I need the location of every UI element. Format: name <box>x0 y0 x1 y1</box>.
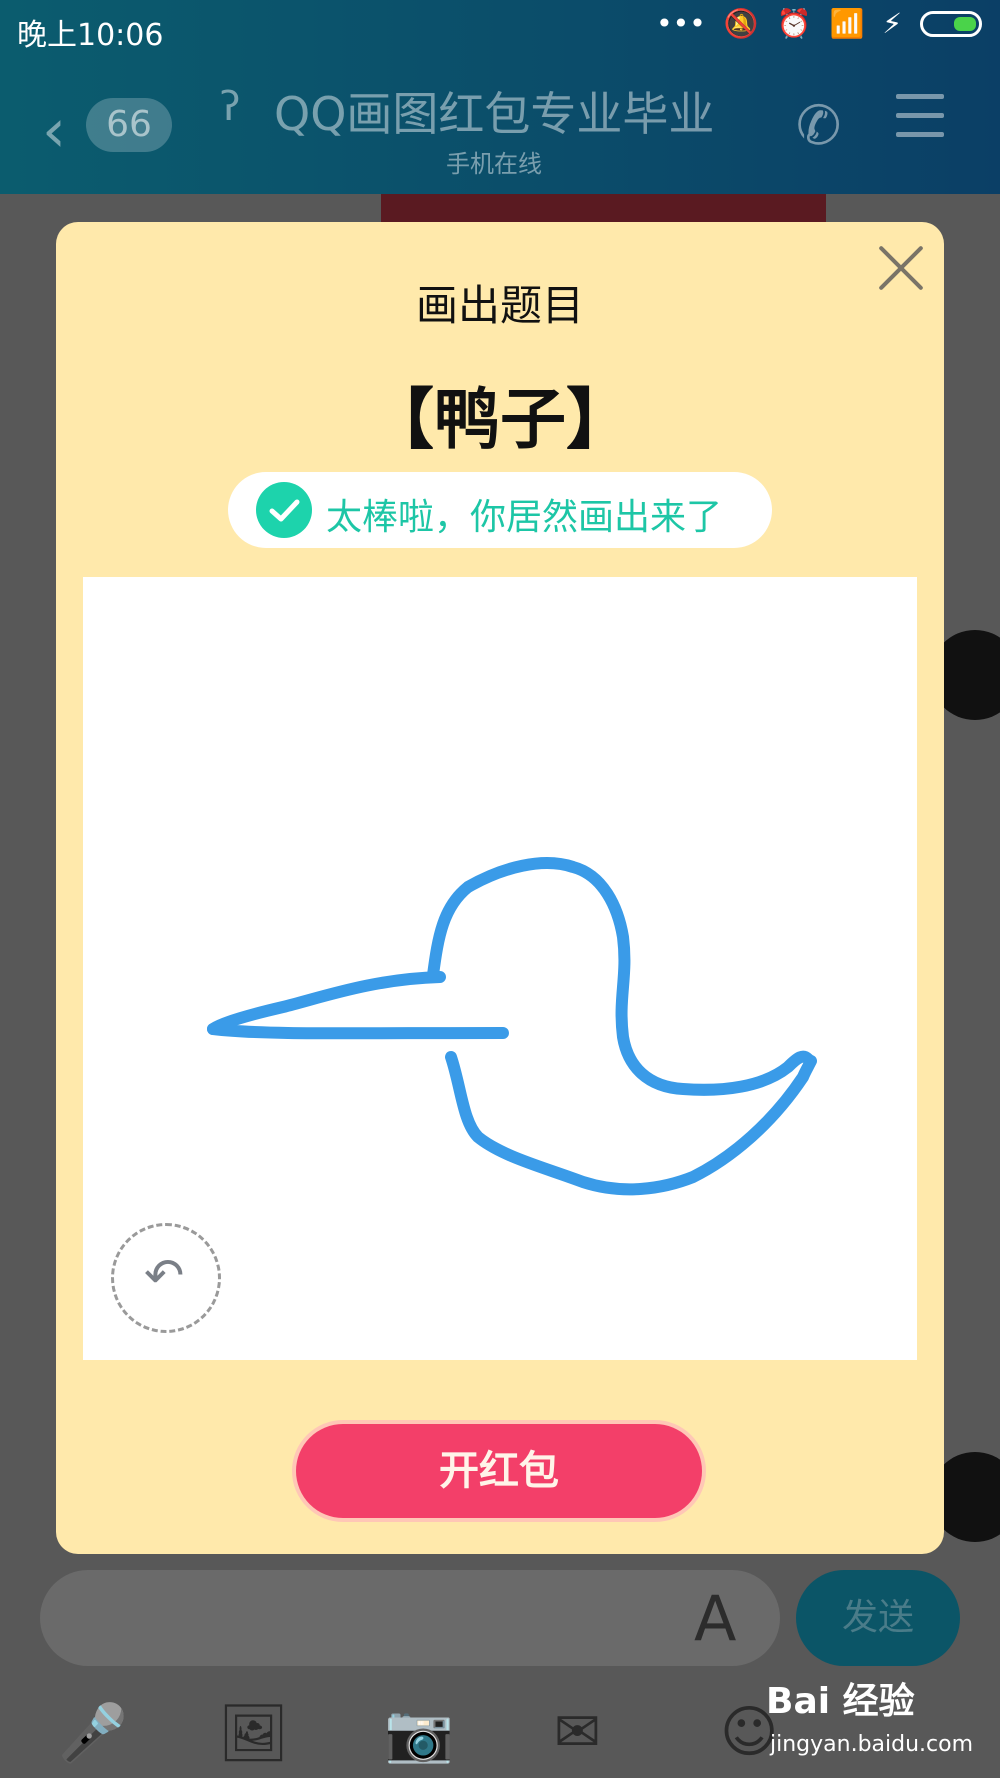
mute-bell-icon: 🔕 <box>723 7 759 40</box>
font-style-icon[interactable]: A <box>694 1582 736 1655</box>
undo-icon: ↶ <box>144 1248 185 1304</box>
message-input[interactable] <box>40 1570 780 1666</box>
back-chevron-icon[interactable]: ‹ <box>42 96 66 166</box>
watermark-url: jingyan.baidu.com <box>770 1732 974 1757</box>
check-icon <box>256 482 312 538</box>
status-icons: ••• 🔕 ⏰ 📶 ⚡ <box>656 10 982 38</box>
alarm-icon: ⏰ <box>776 7 812 40</box>
chat-header: ‹ 66 ʔ QQ画图红包专业毕业 手机在线 ✆ <box>0 58 1000 194</box>
send-button[interactable]: 发送 <box>796 1570 960 1666</box>
camera-icon[interactable]: 📷 <box>384 1700 454 1766</box>
dialog-title: 画出题目 <box>415 281 584 330</box>
battery-icon <box>920 11 982 37</box>
image-icon[interactable]: 🖼 <box>218 1700 289 1766</box>
unread-badge[interactable]: 66 <box>86 98 172 152</box>
red-packet-icon[interactable]: ✉ <box>554 1700 601 1765</box>
status-bar: 晚上10:06 ••• 🔕 ⏰ 📶 ⚡ <box>0 0 1000 58</box>
red-packet-card-edge <box>381 194 826 224</box>
success-text: 太棒啦，你居然画出来了 <box>326 497 723 538</box>
drawing-topic: 【鸭子】 <box>368 381 632 458</box>
success-banner: 太棒啦，你居然画出来了 <box>228 472 772 548</box>
chat-title: QQ画图红包专业毕业 <box>274 87 715 141</box>
open-red-packet-button[interactable]: 开红包 <box>296 1424 702 1518</box>
more-dots-icon: ••• <box>656 7 706 40</box>
phone-icon[interactable]: ✆ <box>796 94 841 157</box>
wifi-icon: 📶 <box>829 7 865 40</box>
status-time: 晚上10:06 <box>17 18 164 53</box>
undo-button[interactable]: ↶ <box>111 1223 221 1333</box>
menu-icon[interactable] <box>896 94 944 151</box>
chat-subtitle: 手机在线 <box>446 150 542 178</box>
ear-icon: ʔ <box>220 84 241 130</box>
microphone-icon[interactable]: 🎤 <box>58 1700 128 1766</box>
top-bar: 晚上10:06 ••• 🔕 ⏰ 📶 ⚡ ‹ 66 ʔ QQ画图红包专业毕业 手机… <box>0 0 1000 194</box>
charging-icon: ⚡ <box>882 7 902 40</box>
watermark-brand: Bai 经验 <box>766 1681 915 1722</box>
